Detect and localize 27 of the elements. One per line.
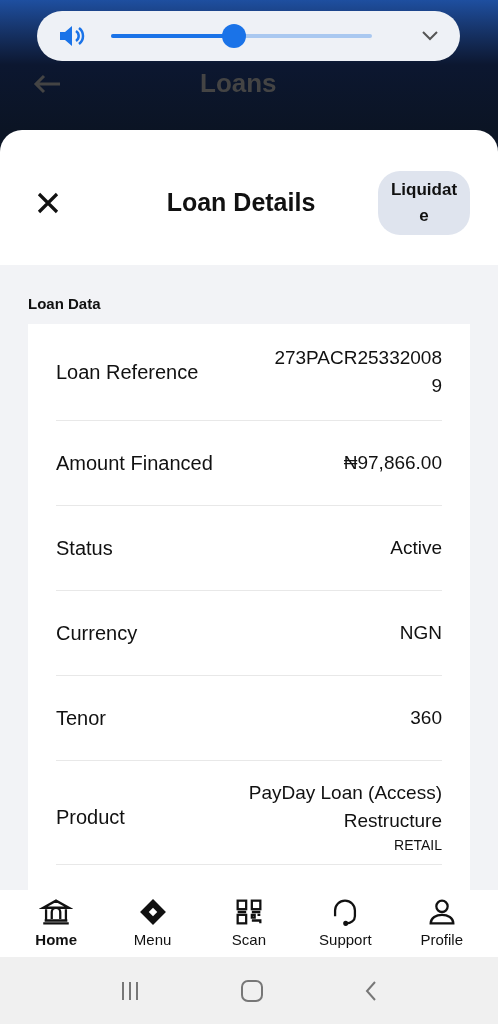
page-title: Loans [200, 67, 277, 100]
speaker-icon[interactable] [57, 23, 87, 49]
row-label: Loan Reference [56, 359, 199, 385]
row-value: 360 [410, 705, 442, 730]
row-value: PayDay Loan (Access) Restructure [247, 780, 442, 833]
nav-tab[interactable]: Home [16, 895, 97, 952]
row-label: Currency [56, 620, 138, 646]
home-icon[interactable] [240, 978, 264, 1003]
nav-tab[interactable]: Menu [112, 895, 193, 952]
row-value: NGN [399, 620, 442, 645]
close-icon[interactable] [36, 190, 60, 215]
row-label: Status [56, 535, 113, 561]
nav-tab[interactable]: Profile [401, 895, 482, 952]
volume-slider[interactable] [111, 24, 372, 48]
liquidate-button[interactable]: Liquidate [378, 170, 470, 235]
row-label: Product [56, 805, 125, 830]
row-subvalue: RETAIL [394, 835, 442, 855]
sheet-title: Loan Details [166, 186, 316, 218]
row-value: 273PACR253320089 [274, 345, 442, 398]
row-label: Tenor [56, 705, 107, 731]
row-value: ₦97,866.00 [343, 450, 442, 475]
nav-tab[interactable]: Scan [208, 895, 289, 952]
nav-tab[interactable]: Support [305, 895, 386, 952]
chevron-down-icon[interactable] [420, 30, 440, 42]
row-label: Amount Financed [56, 450, 213, 476]
section-title: Loan Data [27, 294, 102, 314]
row-value: Active [390, 535, 442, 560]
